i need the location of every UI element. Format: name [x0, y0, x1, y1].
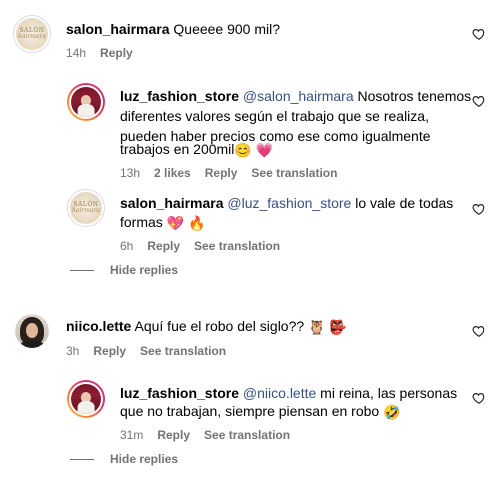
reply-button[interactable]: Reply [205, 165, 238, 181]
hide-replies-button[interactable]: Hide replies [70, 451, 178, 467]
comment-body: Queeee 900 mil? [173, 21, 281, 37]
smile-emoji: 😊 [234, 142, 252, 158]
reply-text-line: que no trabajan, siempre piensan en robo… [120, 401, 401, 421]
avatar[interactable] [67, 83, 105, 121]
avatar-dress [77, 103, 95, 117]
reply-meta: 13h 2 likes Reply See translation [120, 165, 337, 181]
reply-button[interactable]: Reply [93, 343, 126, 359]
timestamp[interactable]: 14h [66, 45, 86, 61]
hide-replies-label: Hide replies [110, 263, 179, 277]
reply-body: lo vale de todas [351, 195, 454, 211]
comment-text: salon_hairmara Queeee 900 mil? [66, 19, 280, 39]
avatar[interactable] [67, 380, 105, 418]
divider-dash [70, 458, 94, 460]
sparkling-heart-emoji: 💖 [166, 215, 185, 231]
heart-icon[interactable] [472, 391, 486, 405]
heart-icon[interactable] [472, 324, 486, 338]
reply-button[interactable]: Reply [100, 45, 133, 61]
reply-body: trabajos en 200mil [120, 141, 235, 157]
timestamp[interactable]: 3h [66, 343, 79, 359]
comment-body: Aquí fue el robo del siglo?? [134, 318, 305, 334]
see-translation-button[interactable]: See translation [194, 238, 280, 254]
hide-replies-label: Hide replies [110, 452, 179, 466]
username[interactable]: salon_hairmara [120, 195, 224, 211]
reply-text-line: diferentes valores según el trabajo que … [120, 108, 429, 124]
reply-meta: 31m Reply See translation [120, 427, 290, 443]
salon-logo-script: hairmara [72, 207, 100, 214]
heart-icon[interactable] [472, 94, 486, 108]
timestamp[interactable]: 6h [120, 238, 133, 254]
owl-emoji: 🦉 [308, 319, 326, 335]
reply-text-line: salon_hairmara @luz_fashion_store lo val… [120, 193, 453, 213]
mention-link[interactable]: @luz_fashion_store [227, 195, 351, 211]
avatar[interactable]: SALÓN hairmara [13, 15, 51, 53]
heart-icon[interactable] [472, 202, 486, 216]
reply-button[interactable]: Reply [157, 427, 190, 443]
comment-text: niico.lette Aquí fue el robo del siglo??… [66, 316, 347, 336]
timestamp[interactable]: 13h [120, 165, 140, 181]
hide-replies-button[interactable]: Hide replies [70, 262, 178, 278]
comment-meta: 3h Reply See translation [66, 343, 226, 359]
avatar-dress [77, 400, 95, 414]
reply-body: mi reina, las personas [316, 385, 458, 401]
heart-icon[interactable] [472, 27, 486, 41]
comment-meta: 14h Reply [66, 45, 133, 61]
reply-body: que no trabajan, siempre piensan en robo [120, 403, 380, 419]
mention-link[interactable]: @niico.lette [243, 385, 316, 401]
pink-heart-emoji: 💗 [255, 142, 274, 158]
likes-count[interactable]: 2 likes [154, 165, 191, 181]
avatar[interactable] [15, 314, 49, 348]
goblin-emoji: 👺 [329, 319, 347, 335]
reply-text-line: formas 💖 🔥 [120, 212, 205, 232]
reply-body: formas [120, 214, 163, 230]
reply-meta: 6h Reply See translation [120, 238, 280, 254]
avatar[interactable]: SALÓN hairmara [67, 189, 105, 227]
reply-text-line: luz_fashion_store @niico.lette mi reina,… [120, 383, 457, 403]
timestamp[interactable]: 31m [120, 427, 143, 443]
username[interactable]: luz_fashion_store [120, 88, 239, 104]
mention-link[interactable]: @salon_hairmara [243, 88, 354, 104]
fire-emoji: 🔥 [188, 215, 206, 231]
see-translation-button[interactable]: See translation [140, 343, 226, 359]
username[interactable]: luz_fashion_store [120, 385, 239, 401]
divider-dash [70, 269, 94, 271]
avatar-shirt [21, 340, 43, 348]
reply-text-line: luz_fashion_store @salon_hairmara Nosotr… [120, 86, 471, 106]
reply-body: Nosotros tenemos [353, 88, 472, 104]
salon-logo-script: hairmara [18, 33, 46, 40]
rolling-laughing-emoji: 🤣 [383, 404, 401, 420]
see-translation-button[interactable]: See translation [204, 427, 290, 443]
username[interactable]: salon_hairmara [66, 21, 170, 37]
username[interactable]: niico.lette [66, 318, 131, 334]
reply-button[interactable]: Reply [147, 238, 180, 254]
reply-text-line: trabajos en 200mil😊 💗 [120, 139, 273, 159]
avatar-face [25, 322, 39, 338]
see-translation-button[interactable]: See translation [251, 165, 337, 181]
